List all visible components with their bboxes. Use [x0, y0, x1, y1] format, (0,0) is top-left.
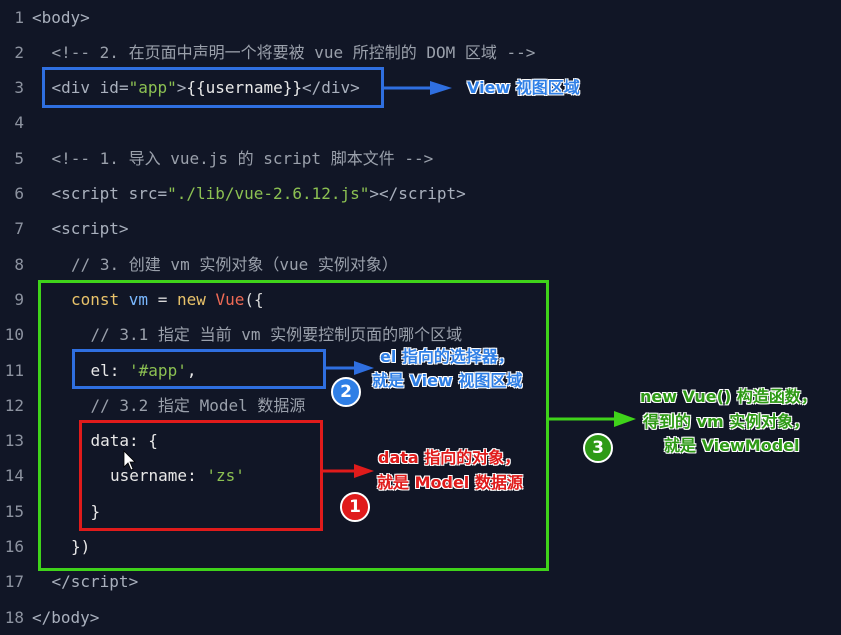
- el-label-line2: 就是 View 视图区域: [372, 371, 523, 390]
- el-arrow-icon: [326, 361, 374, 375]
- view-label: View 视图区域: [467, 78, 580, 97]
- mouse-cursor-icon: [123, 450, 136, 471]
- viewmodel-label-line2: 得到的 vm 实例对象，: [643, 412, 810, 431]
- arrows: [123, 81, 636, 478]
- badge-1: 1: [340, 492, 370, 522]
- badge-3: 3: [583, 433, 613, 463]
- viewmodel-label-line1: new Vue() 构造函数，: [640, 387, 817, 406]
- el-label-line1: el 指向的选择器，: [380, 347, 514, 366]
- badge-2: 2: [331, 377, 361, 407]
- viewmodel-label-line3: 就是 ViewModel: [664, 436, 800, 455]
- data-label-line2: 就是 Model 数据源: [377, 473, 523, 492]
- data-arrow-icon: [323, 464, 374, 478]
- view-arrow-icon: [384, 81, 452, 95]
- viewmodel-arrow-icon: [549, 411, 636, 427]
- data-label-line1: data 指向的对象，: [378, 448, 521, 467]
